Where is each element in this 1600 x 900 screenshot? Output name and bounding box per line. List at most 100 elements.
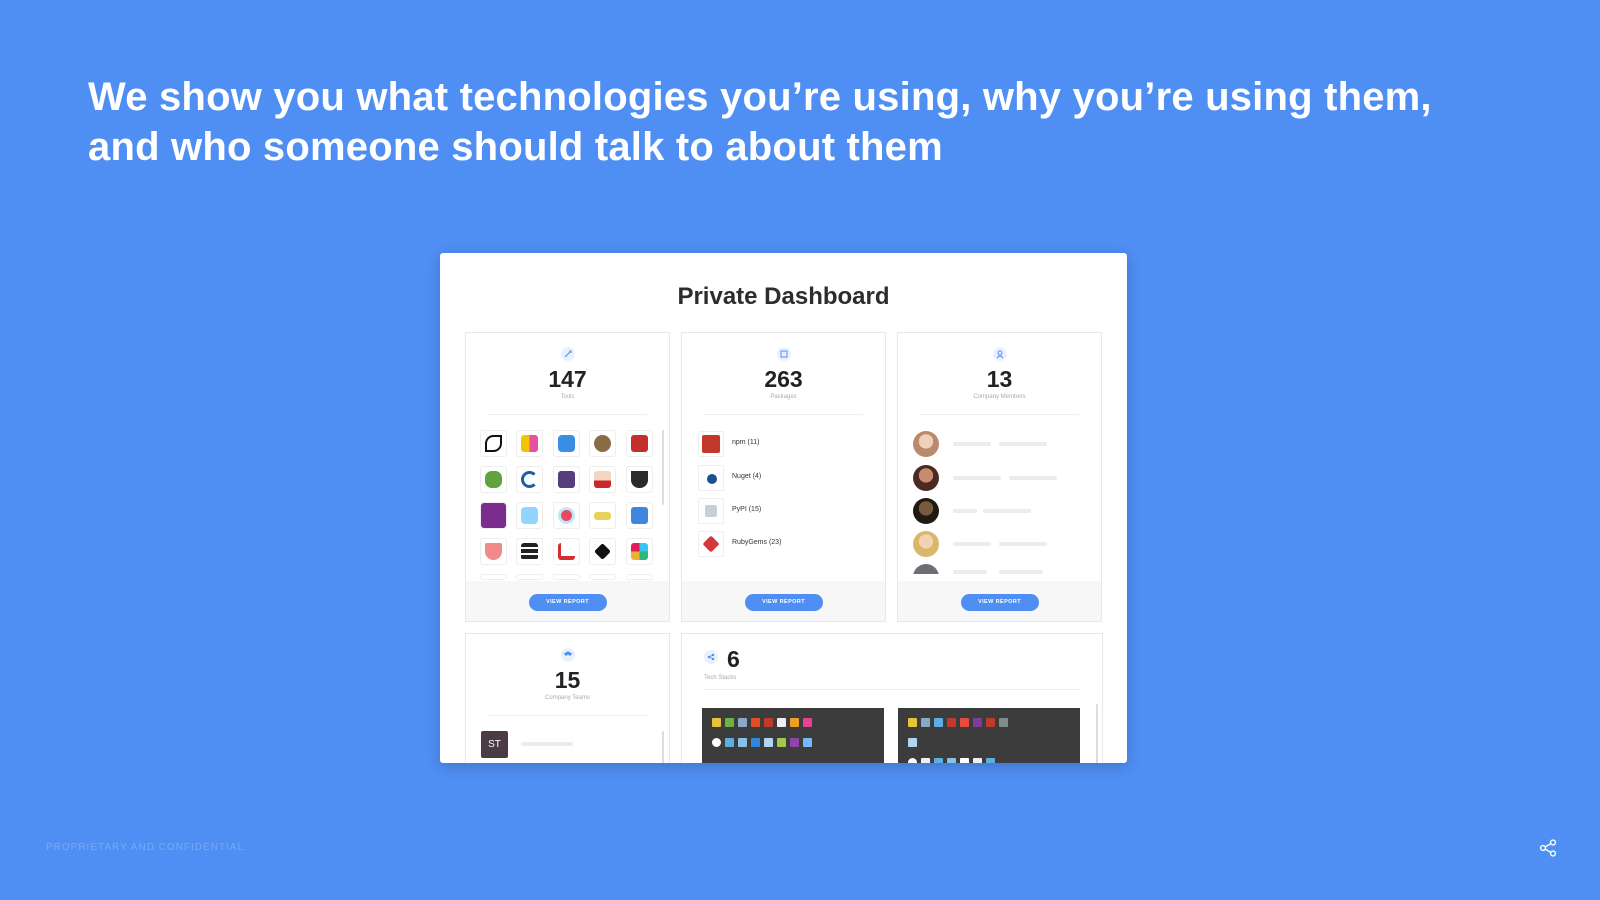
member-row[interactable] bbox=[913, 564, 1083, 574]
divider bbox=[488, 414, 647, 415]
tech-stacks-card: 6 Tech Stacks bbox=[681, 633, 1103, 763]
tool-logo[interactable] bbox=[516, 430, 543, 457]
rubygems-icon bbox=[698, 531, 724, 557]
scrollbar[interactable] bbox=[662, 731, 664, 763]
tool-logo[interactable] bbox=[480, 502, 507, 529]
name-placeholder bbox=[953, 570, 987, 574]
member-row[interactable] bbox=[913, 531, 1083, 557]
divider bbox=[488, 715, 647, 716]
tech-icon bbox=[921, 758, 930, 763]
member-row[interactable] bbox=[913, 498, 1083, 524]
headline-line-2: and who someone should talk to about the… bbox=[88, 125, 943, 169]
team-avatar: ST bbox=[481, 731, 508, 758]
title-placeholder bbox=[999, 542, 1047, 546]
tech-icon bbox=[908, 718, 917, 727]
tech-icon bbox=[751, 738, 760, 747]
tech-icon bbox=[973, 718, 982, 727]
title-placeholder bbox=[1009, 476, 1057, 480]
tools-view-report-button[interactable]: VIEW REPORT bbox=[528, 594, 607, 611]
headline-line-1: We show you what technologies you’re usi… bbox=[88, 75, 1432, 119]
tech-icon bbox=[947, 758, 956, 763]
dashboard-title: Private Dashboard bbox=[677, 283, 890, 310]
stack-preview[interactable] bbox=[702, 708, 884, 763]
team-name-placeholder bbox=[521, 742, 573, 746]
scrollbar[interactable] bbox=[662, 430, 664, 505]
tech-icon bbox=[777, 718, 786, 727]
tool-logo[interactable] bbox=[516, 502, 543, 529]
tech-icon bbox=[777, 738, 786, 747]
avatar bbox=[913, 465, 939, 491]
tech-icon bbox=[934, 758, 943, 763]
members-card: 13 Company Members VIEW REPORT bbox=[897, 332, 1102, 622]
nuget-icon bbox=[698, 465, 724, 491]
tech-icon bbox=[986, 758, 995, 763]
tech-icon bbox=[751, 718, 760, 727]
card-footer: VIEW REPORT bbox=[466, 581, 669, 621]
divider bbox=[704, 414, 863, 415]
name-placeholder bbox=[953, 509, 977, 513]
teams-card: 15 Company Teams ST bbox=[465, 633, 670, 763]
title-placeholder bbox=[999, 442, 1047, 446]
scrollbar[interactable] bbox=[1096, 704, 1098, 763]
members-label: Company Members bbox=[973, 394, 1026, 400]
tool-logo[interactable] bbox=[589, 574, 616, 580]
tool-logo[interactable] bbox=[589, 430, 616, 457]
tool-logo[interactable] bbox=[480, 574, 507, 580]
members-view-report-button[interactable]: VIEW REPORT bbox=[960, 594, 1039, 611]
tool-logo[interactable] bbox=[626, 430, 653, 457]
tool-logo[interactable] bbox=[480, 466, 507, 493]
tech-icon bbox=[960, 758, 969, 763]
tool-logo[interactable] bbox=[553, 538, 580, 565]
tech-icon bbox=[908, 738, 917, 747]
tools-card: 147 Tools VIEW REPORT bbox=[465, 332, 670, 622]
member-row[interactable] bbox=[913, 465, 1083, 491]
title-placeholder bbox=[999, 570, 1043, 574]
packages-view-report-button[interactable]: VIEW REPORT bbox=[744, 594, 823, 611]
tech-icon bbox=[973, 758, 982, 763]
tech-icon bbox=[790, 718, 799, 727]
team-row[interactable]: ST bbox=[481, 731, 651, 758]
tool-logo[interactable] bbox=[553, 574, 580, 580]
tool-logo[interactable] bbox=[626, 466, 653, 493]
share-icon[interactable] bbox=[1538, 838, 1558, 858]
tech-icon bbox=[712, 718, 721, 727]
team-icon bbox=[560, 648, 575, 662]
name-placeholder bbox=[953, 442, 991, 446]
tech-icon bbox=[764, 718, 773, 727]
tech-icon bbox=[960, 718, 969, 727]
tools-label: Tools bbox=[560, 394, 575, 400]
tool-logo[interactable] bbox=[626, 574, 653, 580]
tech-icon bbox=[803, 718, 812, 727]
tech-icon bbox=[712, 738, 721, 747]
user-icon bbox=[992, 347, 1007, 361]
tool-logo[interactable] bbox=[589, 502, 616, 529]
member-row[interactable] bbox=[913, 431, 1083, 457]
tool-logo[interactable] bbox=[553, 502, 580, 529]
tech-icon bbox=[947, 718, 956, 727]
tech-icon bbox=[986, 718, 995, 727]
tool-logo[interactable] bbox=[516, 574, 543, 580]
divider bbox=[704, 689, 1080, 690]
tool-logo[interactable] bbox=[480, 538, 507, 565]
tools-count: 147 bbox=[548, 366, 587, 392]
tool-logo[interactable] bbox=[589, 538, 616, 565]
slide-headline: We show you what technologies you’re usi… bbox=[88, 72, 1508, 172]
wrench-icon bbox=[560, 347, 575, 361]
name-placeholder bbox=[953, 542, 991, 546]
tool-logo[interactable] bbox=[626, 502, 653, 529]
avatar bbox=[913, 564, 939, 574]
tool-logo[interactable] bbox=[553, 430, 580, 457]
stack-preview[interactable] bbox=[898, 708, 1080, 763]
tool-logo[interactable] bbox=[516, 538, 543, 565]
tool-logo[interactable] bbox=[589, 466, 616, 493]
tool-logo[interactable] bbox=[626, 538, 653, 565]
tool-logo[interactable] bbox=[553, 466, 580, 493]
package-label: PyPI (15) bbox=[732, 506, 762, 513]
share-stack-icon bbox=[704, 650, 718, 664]
tech-icon bbox=[738, 718, 747, 727]
tool-logo[interactable] bbox=[480, 430, 507, 457]
box-icon bbox=[776, 347, 791, 361]
avatar bbox=[913, 431, 939, 457]
tool-logo[interactable] bbox=[516, 466, 543, 493]
teams-label: Company Teams bbox=[545, 695, 590, 701]
